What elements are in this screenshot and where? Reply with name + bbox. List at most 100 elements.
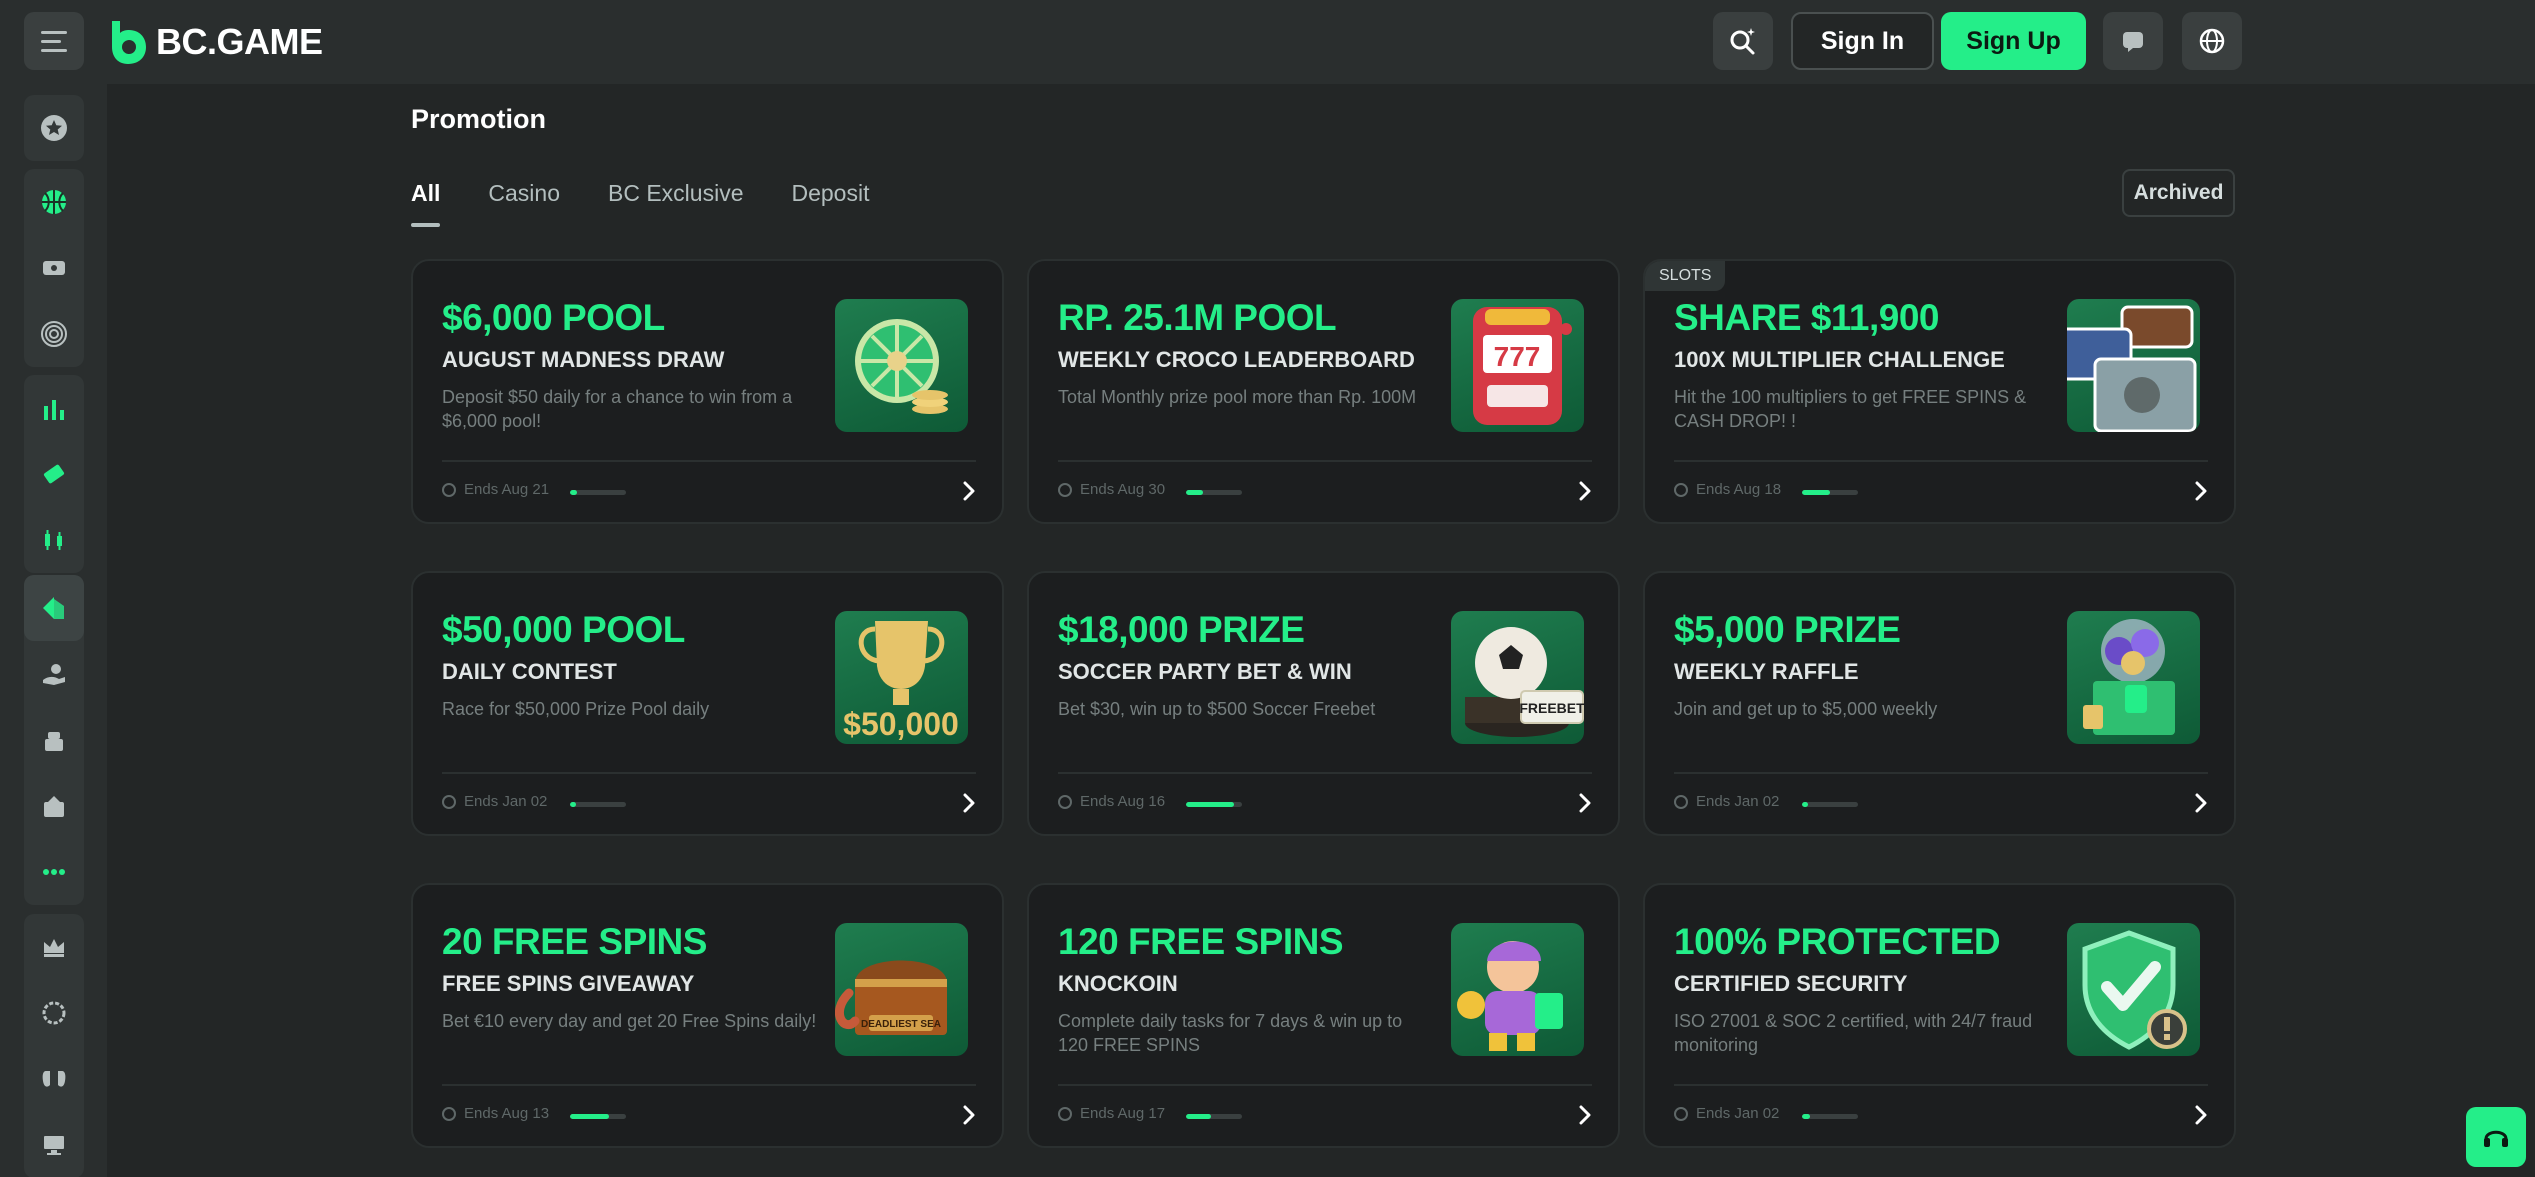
sidebar-item-crown[interactable] <box>24 914 84 980</box>
sidebar-item-lottery[interactable] <box>24 441 84 507</box>
search-button[interactable] <box>1713 12 1773 70</box>
progress-fill <box>1802 802 1808 807</box>
end-date-row: Ends Aug 16 <box>1058 793 1165 810</box>
sidebar-item-target[interactable] <box>24 301 84 367</box>
menu-toggle-button[interactable] <box>24 12 84 70</box>
chevron-right-icon[interactable] <box>958 480 980 502</box>
clock-icon <box>1058 482 1072 497</box>
chevron-right-icon[interactable] <box>958 792 980 814</box>
chevron-right-icon[interactable] <box>1574 792 1596 814</box>
promotion-thumbnail <box>2067 611 2200 744</box>
progress-fill <box>1802 490 1830 495</box>
promotion-title: FREE SPINS GIVEAWAY <box>442 971 695 996</box>
sidebar-item-favorites[interactable] <box>24 95 84 161</box>
clock-icon <box>442 794 456 809</box>
promotion-card[interactable]: $50,000 POOL DAILY CONTEST Race for $50,00… <box>411 571 1004 836</box>
promotion-title: KNOCKOIN <box>1058 971 1178 996</box>
sidebar-item-bank[interactable] <box>24 773 84 839</box>
promotion-card[interactable]: $6,000 POOL AUGUST MADNESS DRAW Deposit $5… <box>411 259 1004 524</box>
chevron-right-icon[interactable] <box>958 1104 980 1126</box>
logo[interactable]: BC.GAME <box>106 18 323 66</box>
support-button[interactable] <box>2466 1107 2526 1167</box>
chevron-right-icon[interactable] <box>1574 480 1596 502</box>
promotion-card[interactable]: SLOTS SHARE $11,900 100X MULTIPLIER CHALLE… <box>1643 259 2236 524</box>
end-date: Ends Jan 02 <box>464 793 548 810</box>
promotion-tabs: All Casino BC Exclusive Deposit <box>411 180 869 227</box>
sidebar-item-gamepad[interactable] <box>24 1046 84 1112</box>
sidebar-item-promotion[interactable] <box>24 575 84 641</box>
sidebar-item-ticket[interactable] <box>24 235 84 301</box>
sidebar-item-sports[interactable] <box>24 169 84 235</box>
progress-fill <box>570 1114 610 1119</box>
promotion-card[interactable]: $5,000 PRIZE WEEKLY RAFFLE Join and get up… <box>1643 571 2236 836</box>
chevron-right-icon[interactable] <box>2190 480 2212 502</box>
promotion-card[interactable]: 100% PROTECTED CERTIFIED SECURITY ISO 2700… <box>1643 883 2236 1148</box>
menu-icon <box>41 28 67 55</box>
language-button[interactable] <box>2182 12 2242 70</box>
progress-bar <box>1186 490 1242 495</box>
sidebar-item-vip[interactable] <box>24 707 84 773</box>
progress-bar <box>1186 802 1242 807</box>
tab-all[interactable]: All <box>411 180 441 227</box>
chevron-right-icon[interactable] <box>2190 792 2212 814</box>
chevron-right-icon[interactable] <box>1574 1104 1596 1126</box>
sign-in-button[interactable]: Sign In <box>1791 12 1934 70</box>
promotion-card[interactable]: RP. 25.1M POOL WEEKLY CROCO LEADERBOARD To… <box>1027 259 1620 524</box>
end-date-row: Ends Jan 02 <box>1674 793 1779 810</box>
progress-fill <box>570 490 577 495</box>
promotion-amount: 20 FREE SPINS <box>442 921 707 962</box>
sidebar-group-promotions <box>24 575 84 905</box>
chevron-right-icon[interactable] <box>2190 1104 2212 1126</box>
category-badge: SLOTS <box>1645 261 1726 291</box>
sidebar-item-stats[interactable] <box>24 375 84 441</box>
promotion-thumbnail: FREEBET <box>1451 611 1584 744</box>
promotion-title: DAILY CONTEST <box>442 659 617 684</box>
trading-icon <box>45 530 62 550</box>
promotion-card[interactable]: 20 FREE SPINS FREE SPINS GIVEAWAY Bet €10 … <box>411 883 1004 1148</box>
promotion-description: Total Monthly prize pool more than Rp. 1… <box>1058 387 1417 407</box>
promotion-amount: $50,000 POOL <box>442 609 685 650</box>
chat-button[interactable] <box>2103 12 2163 70</box>
chat-icon <box>2123 32 2143 52</box>
card-divider <box>442 772 976 774</box>
lottery-icon <box>43 464 65 484</box>
sign-up-button[interactable]: Sign Up <box>1941 12 2086 70</box>
tab-deposit[interactable]: Deposit <box>791 180 869 227</box>
sidebar-item-desktop[interactable] <box>24 1112 84 1177</box>
headset-icon <box>2484 1130 2508 1147</box>
sidebar-group-account <box>24 914 84 1177</box>
promotion-card[interactable]: $18,000 PRIZE SOCCER PARTY BET & WIN Bet $… <box>1027 571 1620 836</box>
end-date-row: Ends Aug 18 <box>1674 481 1781 498</box>
sidebar-item-referral[interactable] <box>24 641 84 707</box>
desktop-icon <box>44 1136 64 1155</box>
ticket-icon <box>43 261 65 275</box>
globe-icon <box>2199 28 2225 54</box>
more-icon <box>43 869 65 875</box>
settings-icon <box>42 1001 66 1025</box>
promotion-amount: 120 FREE SPINS <box>1058 921 1344 962</box>
promotion-title: SOCCER PARTY BET & WIN <box>1058 659 1352 684</box>
promotion-thumbnail <box>835 299 968 432</box>
promotion-description: Hit the 100 multipliers to get FREE SPIN… <box>1674 387 2027 431</box>
card-divider <box>442 460 976 462</box>
sidebar-group-favorites <box>24 95 84 161</box>
card-divider <box>1674 460 2208 462</box>
archived-button[interactable]: Archived <box>2122 169 2235 217</box>
promotion-thumbnail <box>2067 299 2200 432</box>
sidebar-item-settings[interactable] <box>24 980 84 1046</box>
tab-bc-exclusive[interactable]: BC Exclusive <box>608 180 743 227</box>
promotion-icon <box>43 597 64 619</box>
promotion-title: WEEKLY RAFFLE <box>1674 659 1859 684</box>
promotion-amount: RP. 25.1M POOL <box>1058 297 1337 338</box>
tab-casino[interactable]: Casino <box>488 180 560 227</box>
sidebar-item-more[interactable] <box>24 839 84 905</box>
end-date: Ends Aug 13 <box>464 1105 550 1122</box>
promotion-amount: 100% PROTECTED <box>1674 921 2001 962</box>
sidebar-item-trading[interactable] <box>24 507 84 573</box>
clock-icon <box>1058 794 1072 809</box>
gamepad-icon <box>42 1071 66 1087</box>
sidebar-group-games <box>24 375 84 573</box>
progress-bar <box>1186 1114 1242 1119</box>
promotion-description: Bet €10 every day and get 20 Free Spins … <box>442 1011 817 1031</box>
promotion-card[interactable]: 120 FREE SPINS KNOCKOIN Complete daily tas… <box>1027 883 1620 1148</box>
